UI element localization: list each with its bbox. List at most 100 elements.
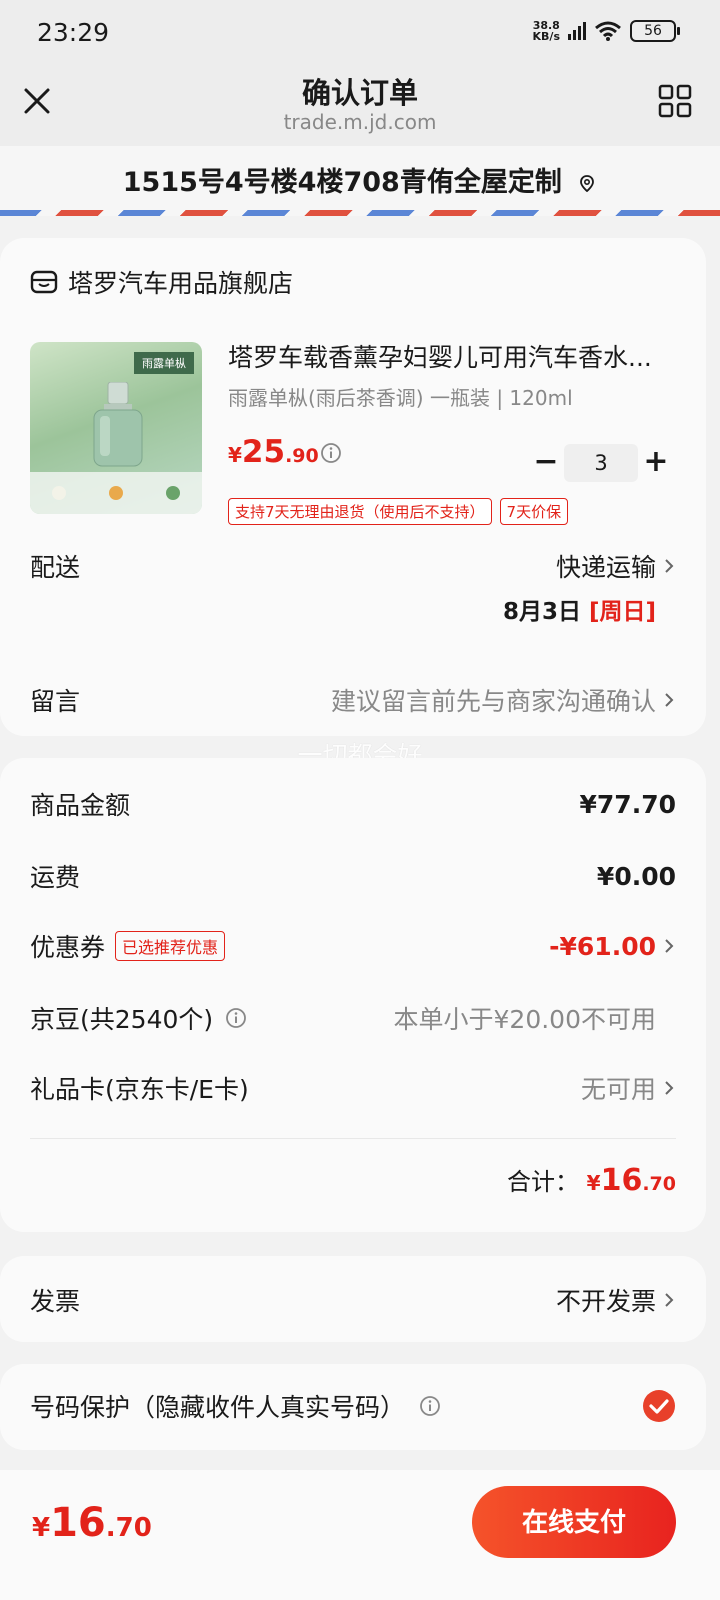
privacy-card: 号码保护（隐藏收件人真实号码） <box>0 1364 706 1450</box>
total-row: 合计： ¥16.70 <box>507 1162 676 1198</box>
jingdou-label: 京豆(共2540个) <box>30 1005 214 1034</box>
message-label: 留言 <box>30 687 81 716</box>
price-summary-card: 商品金额 ¥77.70 运费 ¥0.00 优惠券 已选推荐优惠 -¥61.00 … <box>0 758 706 1232</box>
coupon-value: -¥61.00 <box>549 931 656 961</box>
bottom-total-price: ¥16.70 <box>32 1500 152 1546</box>
goods-amount-label: 商品金额 <box>30 791 131 820</box>
total-label: 合计： <box>507 1168 580 1196</box>
net-speed: 38.8 KB/s <box>533 20 560 42</box>
return-policy-tag: 支持7天无理由退货（使用后不支持） <box>228 498 492 525</box>
coupon-badge: 已选推荐优惠 <box>115 931 226 961</box>
jingdou-row: 京豆(共2540个) 本单小于¥20.00不可用 <box>30 1000 676 1036</box>
jingdou-value: 本单小于¥20.00不可用 <box>393 1005 656 1034</box>
total-amount: ¥16.70 <box>586 1163 676 1198</box>
delivery-value: 快递运输 <box>556 548 676 584</box>
location-pin-icon <box>580 174 595 192</box>
battery-icon: 56 <box>630 20 680 42</box>
product-image[interactable]: 雨露单枞 <box>30 342 202 514</box>
status-bar: 23:29 38.8 KB/s 56 <box>0 0 720 62</box>
total-symbol: ¥ <box>586 1171 601 1195</box>
bottom-price-integer: 16 <box>50 1500 106 1546</box>
status-icons: 38.8 KB/s 56 <box>533 20 680 42</box>
invoice-card[interactable]: 发票 不开发票 <box>0 1256 706 1342</box>
goods-amount-value: ¥77.70 <box>579 789 676 819</box>
price-info-icon[interactable] <box>320 442 342 464</box>
delivery-date-text: 8月3日 <box>502 599 581 625</box>
header: 确认订单 trade.m.jd.com <box>0 62 720 146</box>
invoice-label: 发票 <box>30 1287 81 1316</box>
address-line[interactable]: 1515号4号楼4楼708青侑全屋定制 <box>0 160 720 199</box>
giftcard-value: 无可用 <box>580 1075 656 1104</box>
total-integer: 16 <box>600 1163 643 1198</box>
price-decimal: .90 <box>285 445 319 467</box>
invoice-value: 不开发票 <box>555 1287 656 1316</box>
chevron-right-icon <box>662 1078 676 1098</box>
order-card: 塔罗汽车用品旗舰店 雨露单枞 塔罗车载香薰孕妇婴儿可用汽车香水... 雨露单枞(… <box>0 238 706 736</box>
product-image-strip <box>30 472 202 514</box>
delivery-method: 快递运输 <box>555 553 656 582</box>
privacy-row: 号码保护（隐藏收件人真实号码） <box>30 1388 676 1424</box>
product-title[interactable]: 塔罗车载香薰孕妇婴儿可用汽车香水... <box>228 338 678 374</box>
perfume-bottle-icon <box>93 382 143 467</box>
coupon-label: 优惠券 <box>30 933 106 962</box>
chevron-right-icon <box>662 556 676 576</box>
store-name: 塔罗汽车用品旗舰店 <box>68 269 294 298</box>
shipping-value: ¥0.00 <box>596 861 676 891</box>
jingdou-label-group: 京豆(共2540个) <box>30 1000 247 1036</box>
privacy-label: 号码保护（隐藏收件人真实号码） <box>30 1393 406 1422</box>
invoice-row[interactable]: 发票 不开发票 <box>30 1282 676 1318</box>
quantity-stepper: − 3 + <box>528 444 674 482</box>
bottom-price-decimal: .70 <box>105 1513 152 1543</box>
message-value: 建议留言前先与商家沟通确认 <box>331 682 676 718</box>
giftcard-row[interactable]: 礼品卡(京东卡/E卡) 无可用 <box>30 1070 676 1106</box>
address-text: 1515号4号楼4楼708青侑全屋定制 <box>122 167 562 198</box>
wifi-icon <box>595 21 621 41</box>
giftcard-value-group: 无可用 <box>581 1070 676 1106</box>
summary-divider <box>30 1138 676 1139</box>
coupon-row[interactable]: 优惠券 已选推荐优惠 -¥61.00 <box>30 928 676 964</box>
bottom-bar: ¥16.70 在线支付 <box>0 1470 720 1600</box>
total-decimal: .70 <box>642 1173 676 1195</box>
privacy-info-icon[interactable] <box>419 1395 441 1417</box>
jingdou-info-icon[interactable] <box>225 1007 247 1029</box>
price-integer: 25 <box>241 434 286 470</box>
chevron-right-icon <box>662 1290 676 1310</box>
price-protect-tag: 7天价保 <box>499 498 569 525</box>
quantity-input[interactable]: 3 <box>564 444 638 482</box>
price-symbol: ¥ <box>228 443 242 467</box>
airmail-stripe <box>0 210 720 216</box>
product-image-tag: 雨露单枞 <box>134 352 194 374</box>
bottom-price-symbol: ¥ <box>32 1513 51 1543</box>
shipping-label: 运费 <box>30 863 81 892</box>
message-placeholder: 建议留言前先与商家沟通确认 <box>330 687 656 716</box>
store-row[interactable]: 塔罗汽车用品旗舰店 <box>30 264 293 300</box>
store-icon <box>30 270 58 294</box>
privacy-label-group: 号码保护（隐藏收件人真实号码） <box>30 1388 441 1424</box>
pay-online-button[interactable]: 在线支付 <box>472 1486 676 1558</box>
increase-button[interactable]: + <box>638 445 674 481</box>
net-speed-unit: KB/s <box>532 30 560 43</box>
delivery-weekday: [周日] <box>588 599 656 625</box>
coupon-label-group: 优惠券 已选推荐优惠 <box>30 928 226 964</box>
status-time: 23:29 <box>37 18 110 47</box>
delivery-date: 8月3日 [周日] <box>503 592 656 626</box>
shipping-row: 运费 ¥0.00 <box>30 858 676 894</box>
signal-icon <box>568 22 586 40</box>
giftcard-label: 礼品卡(京东卡/E卡) <box>30 1075 249 1104</box>
delivery-label: 配送 <box>30 553 81 582</box>
invoice-value-group: 不开发票 <box>556 1282 676 1318</box>
service-tags: 支持7天无理由退货（使用后不支持） 7天价保 <box>228 498 569 525</box>
message-row[interactable]: 留言 建议留言前先与商家沟通确认 <box>30 682 676 718</box>
goods-amount-row: 商品金额 ¥77.70 <box>30 786 676 822</box>
privacy-checkbox-checked-icon[interactable] <box>642 1389 676 1423</box>
decrease-button[interactable]: − <box>528 445 564 481</box>
page-title: 确认订单 <box>301 76 418 110</box>
product-price: ¥25.90 <box>228 434 319 470</box>
chevron-right-icon <box>662 690 676 710</box>
grid-menu-icon[interactable] <box>658 84 692 118</box>
delivery-row[interactable]: 配送 快递运输 <box>30 548 676 584</box>
address-bar[interactable]: 1515号4号楼4楼708青侑全屋定制 <box>0 146 720 216</box>
product-spec[interactable]: 雨露单枞(雨后茶香调) 一瓶装 | 120ml <box>228 382 573 411</box>
page-url: trade.m.jd.com <box>283 110 437 134</box>
coupon-value-group: -¥61.00 <box>549 932 676 961</box>
